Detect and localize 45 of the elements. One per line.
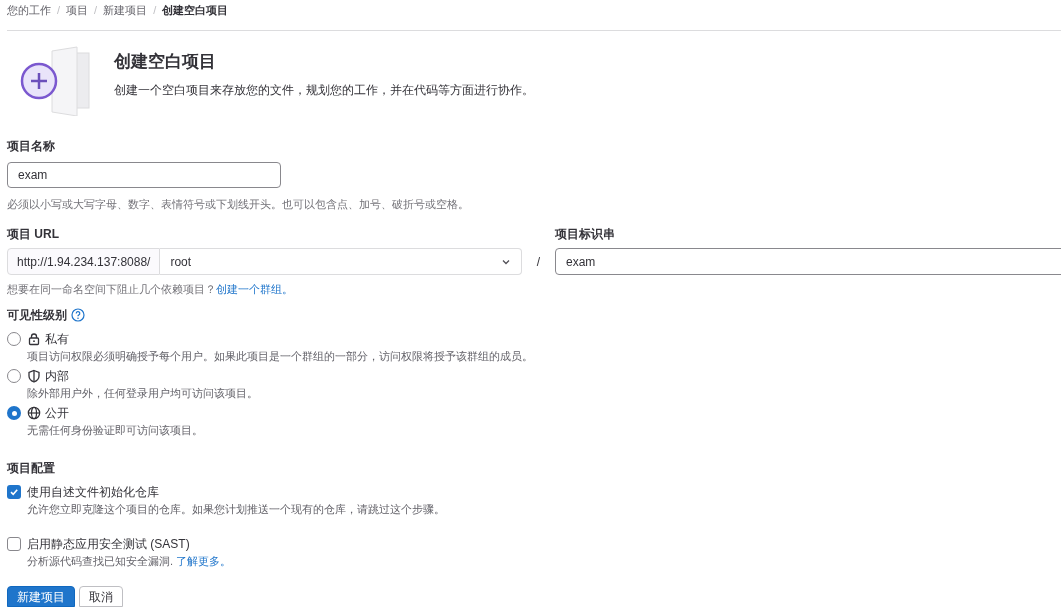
cancel-button[interactable]: 取消: [79, 586, 123, 607]
page-description: 创建一个空白项目来存放您的文件，规划您的工作，并在代码等方面进行协作。: [114, 82, 534, 99]
url-prefix: http://1.94.234.137:8088/: [7, 248, 161, 275]
option-description: 项目访问权限必须明确授予每个用户。如果此项目是一个群组的一部分，访问权限将授予该群组的成员。: [27, 349, 533, 364]
globe-icon: [27, 406, 41, 420]
radio-label: 内部: [45, 368, 69, 385]
help-text: 必须以小写或大写字母、数字、表情符号或下划线开头。也可以包含点、加号、破折号或空格。: [7, 197, 470, 212]
checkmark-icon: [9, 487, 19, 497]
radio-button[interactable]: [7, 369, 21, 383]
radio-button[interactable]: [7, 332, 21, 346]
field-label: 项目名称: [7, 138, 56, 154]
breadcrumb-separator: /: [94, 2, 98, 18]
radio-button[interactable]: [7, 406, 21, 420]
namespace-select[interactable]: root: [160, 248, 522, 275]
radio-label: 私有: [45, 331, 69, 348]
breadcrumb-separator: /: [57, 2, 61, 18]
field-label: 项目配置: [7, 460, 56, 476]
learn-more-link[interactable]: 了解更多。: [176, 555, 232, 567]
breadcrumb-link[interactable]: 创建空白项目: [162, 1, 229, 19]
checkbox-label: 使用自述文件初始化仓库: [27, 484, 160, 500]
page-title: 创建空白项目: [114, 51, 217, 73]
checkbox-label: 启用静态应用安全测试 (SAST): [27, 536, 191, 552]
project-name-input[interactable]: exam: [7, 162, 281, 188]
breadcrumb-link[interactable]: 项目: [66, 1, 89, 19]
option-description: 允许您立即克隆这个项目的仓库。如果您计划推送一个现有的仓库，请跳过这个步骤。: [27, 502, 445, 517]
help-icon[interactable]: [71, 308, 85, 322]
option-description: 分析源代码查找已知安全漏洞. 了解更多。: [27, 554, 232, 569]
option-description: 除外部用户外，任何登录用户均可访问该项目。: [27, 386, 258, 401]
shield-icon: [27, 369, 41, 383]
checkbox[interactable]: [7, 485, 21, 499]
create-group-link[interactable]: 创建一个群组。: [216, 283, 293, 295]
field-label: 可见性级别: [7, 307, 67, 323]
breadcrumb-link[interactable]: 您的工作: [7, 1, 51, 19]
lock-icon: [27, 332, 41, 346]
breadcrumb-link[interactable]: 新建项目: [103, 1, 148, 19]
option-description: 无需任何身份验证即可访问该项目。: [27, 423, 203, 438]
help-text: 想要在同一命名空间下阻止几个依赖项目？创建一个群组。: [7, 282, 294, 297]
radio-label: 公开: [45, 405, 69, 422]
create-project-button[interactable]: 新建项目: [7, 586, 75, 607]
breadcrumb-separator: /: [153, 2, 157, 18]
url-separator: /: [536, 254, 541, 271]
field-label: 项目 URL: [7, 226, 60, 242]
field-label: 项目标识串: [555, 226, 616, 242]
checkbox[interactable]: [7, 537, 21, 551]
project-slug-input[interactable]: exam: [555, 248, 1061, 275]
